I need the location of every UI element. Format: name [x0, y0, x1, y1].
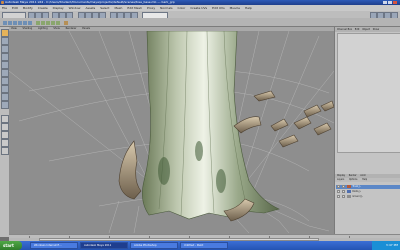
- tab-display[interactable]: Display: [337, 174, 345, 177]
- layer-name: Trunk_L: [352, 185, 361, 188]
- layer-display-type-toggle[interactable]: [342, 190, 345, 193]
- hypershade-layout-icon[interactable]: [1, 147, 9, 155]
- layer-name: Roots_L: [352, 190, 361, 193]
- menu-window[interactable]: Window: [69, 6, 81, 10]
- windows-taskbar: start Windows Internet E... Autodesk May…: [0, 241, 400, 250]
- close-button[interactable]: [393, 1, 397, 4]
- options-menu[interactable]: Options: [349, 178, 357, 181]
- shelf-plane-icon[interactable]: [18, 21, 22, 25]
- window-title: Autodesk Maya 2011 x64 - C:/Users/Studen…: [5, 0, 175, 4]
- move-tool-icon[interactable]: [1, 53, 9, 61]
- viewport-menu-panels[interactable]: Panels: [82, 27, 90, 30]
- shelf-sphere-icon[interactable]: [8, 21, 12, 25]
- viewport-menu-show[interactable]: Show: [53, 27, 59, 30]
- layer-editor: Display Render Anim Layers Options Help …: [335, 174, 400, 234]
- shelf-extrude-icon[interactable]: [46, 21, 50, 25]
- layer-visibility-toggle[interactable]: [337, 190, 340, 193]
- viewport-menu-view[interactable]: View: [11, 27, 17, 30]
- universal-manipulator-icon[interactable]: [1, 77, 9, 85]
- shelf-cylinder-icon[interactable]: [13, 21, 17, 25]
- shelf-uv-editor-icon[interactable]: [64, 21, 68, 25]
- layer-row[interactable]: Trunk_L: [336, 185, 400, 189]
- maya-app-icon: [1, 1, 4, 4]
- taskbar-item[interactable]: Untitled - Paint: [180, 242, 228, 249]
- persp-outliner-layout-icon[interactable]: [1, 131, 9, 139]
- layer-name: Ground_L: [352, 195, 363, 198]
- viewport-menu-shading[interactable]: Shading: [22, 27, 32, 30]
- rotate-tool-icon[interactable]: [1, 61, 9, 69]
- menu-modify[interactable]: Modify: [23, 6, 33, 10]
- channel-box-menubar: Channel Box Edit Object Show: [335, 27, 400, 32]
- shelf-torus-icon[interactable]: [23, 21, 27, 25]
- channel-box-panel: Channel Box Edit Object Show Display Ren…: [334, 27, 400, 234]
- channel-list[interactable]: [337, 33, 400, 153]
- menu-mesh[interactable]: Mesh: [114, 6, 122, 10]
- layer-editor-menubar: Layers Options Help: [335, 178, 400, 182]
- menu-display[interactable]: Display: [53, 6, 64, 10]
- channel-show-menu[interactable]: Show: [373, 28, 379, 31]
- single-perspective-layout-icon[interactable]: [1, 115, 9, 123]
- perspective-viewport[interactable]: View Shading Lighting Show Renderer Pane…: [9, 27, 334, 234]
- tab-anim[interactable]: Anim: [360, 174, 366, 177]
- menu-proxy[interactable]: Proxy: [147, 6, 155, 10]
- scene-render: [9, 31, 334, 234]
- paint-select-tool-icon[interactable]: [1, 45, 9, 53]
- shelf: [0, 18, 400, 27]
- shelf-combine-icon[interactable]: [36, 21, 40, 25]
- menu-create[interactable]: Create: [38, 6, 48, 10]
- menu-create-uvs[interactable]: Create UVs: [190, 6, 207, 10]
- four-view-layout-icon[interactable]: [1, 123, 9, 131]
- help-menu[interactable]: Help: [362, 178, 367, 181]
- layer-display-type-toggle[interactable]: [342, 185, 345, 188]
- tab-render[interactable]: Render: [349, 174, 357, 177]
- taskbar-item[interactable]: Adobe Photoshop: [130, 242, 178, 249]
- select-tool-icon[interactable]: [1, 29, 9, 37]
- menu-help[interactable]: Help: [245, 6, 252, 10]
- soft-mod-tool-icon[interactable]: [1, 85, 9, 93]
- layer-visibility-toggle[interactable]: [337, 185, 340, 188]
- menu-color[interactable]: Color: [178, 6, 186, 10]
- channel-object-menu[interactable]: Object: [362, 28, 370, 31]
- system-tray-clock: 3:47 PM: [372, 241, 400, 250]
- menu-assets[interactable]: Assets: [85, 6, 95, 10]
- menu-edit-mesh[interactable]: Edit Mesh: [127, 6, 142, 10]
- layer-row[interactable]: Ground_L: [336, 195, 400, 199]
- shelf-cone-icon[interactable]: [28, 21, 32, 25]
- menu-file[interactable]: File: [2, 6, 7, 10]
- viewport-menu-renderer[interactable]: Renderer: [66, 27, 77, 30]
- viewport-menu-lighting[interactable]: Lighting: [38, 27, 48, 30]
- persp-graph-layout-icon[interactable]: [1, 139, 9, 147]
- layer-display-type-toggle[interactable]: [342, 195, 345, 198]
- menu-muscle[interactable]: Muscle: [230, 6, 240, 10]
- menu-select[interactable]: Select: [100, 6, 109, 10]
- taskbar-item[interactable]: Windows Internet E...: [30, 242, 78, 249]
- shelf-separate-icon[interactable]: [41, 21, 45, 25]
- minimize-button[interactable]: [383, 1, 387, 4]
- scale-tool-icon[interactable]: [1, 69, 9, 77]
- menu-edit[interactable]: Edit: [12, 6, 18, 10]
- maximize-button[interactable]: [388, 1, 392, 4]
- menu-edit-uvs[interactable]: Edit UVs: [212, 6, 225, 10]
- taskbar-item[interactable]: Autodesk Maya 2011: [80, 242, 128, 249]
- shelf-bridge-icon[interactable]: [51, 21, 55, 25]
- shelf-cube-icon[interactable]: [3, 21, 7, 25]
- show-manipulator-icon[interactable]: [1, 93, 9, 101]
- layer-row[interactable]: Roots_L: [336, 190, 400, 194]
- lasso-tool-icon[interactable]: [1, 37, 9, 45]
- channel-box-tab[interactable]: Channel Box: [337, 28, 352, 31]
- channel-edit-menu[interactable]: Edit: [355, 28, 360, 31]
- menu-normals[interactable]: Normals: [160, 6, 172, 10]
- layers-menu[interactable]: Layers: [337, 178, 344, 181]
- shelf-smooth-icon[interactable]: [56, 21, 60, 25]
- layer-visibility-toggle[interactable]: [337, 195, 340, 198]
- last-tool-icon[interactable]: [1, 101, 9, 109]
- layer-color-swatch[interactable]: [346, 185, 351, 188]
- layer-color-swatch[interactable]: [346, 195, 351, 198]
- start-button[interactable]: start: [0, 241, 22, 250]
- layer-color-swatch[interactable]: [346, 190, 351, 193]
